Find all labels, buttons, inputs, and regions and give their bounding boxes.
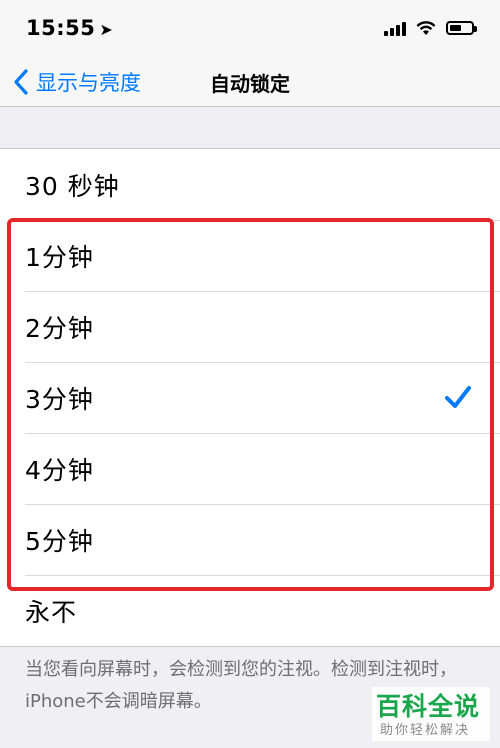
option-row-never[interactable]: 永不 bbox=[0, 575, 500, 646]
watermark-title: 百科全说 bbox=[376, 692, 481, 721]
option-row-5-minutes[interactable]: 5分钟 bbox=[0, 504, 500, 575]
watermark-subtitle: 助你轻松解决 bbox=[380, 723, 471, 738]
option-label: 30 秒钟 bbox=[25, 171, 120, 201]
option-label: 5分钟 bbox=[25, 526, 94, 556]
status-time-text: 15:55 bbox=[26, 16, 96, 40]
option-label: 永不 bbox=[25, 597, 78, 627]
status-time: 15:55 ➤ bbox=[26, 16, 113, 40]
option-row-4-minutes[interactable]: 4分钟 bbox=[0, 433, 500, 504]
option-label: 2分钟 bbox=[25, 313, 94, 343]
navigation-bar: 显示与亮度 自动锁定 bbox=[0, 58, 500, 107]
option-row-3-minutes[interactable]: 3分钟 bbox=[0, 362, 500, 433]
battery-level bbox=[450, 25, 461, 31]
auto-lock-options-list: 30 秒钟 1分钟 2分钟 3分钟 4分钟 5分钟 永不 bbox=[0, 148, 500, 647]
watermark: 百科全说 助你轻松解决 bbox=[372, 687, 490, 741]
option-label: 4分钟 bbox=[25, 455, 94, 485]
location-arrow-icon: ➤ bbox=[99, 20, 114, 39]
option-row-30-seconds[interactable]: 30 秒钟 bbox=[0, 149, 500, 220]
checkmark-icon bbox=[445, 386, 471, 408]
status-icons bbox=[384, 20, 477, 36]
cellular-signal-icon bbox=[384, 20, 406, 36]
option-label: 3分钟 bbox=[25, 384, 94, 414]
option-row-1-minute[interactable]: 1分钟 bbox=[0, 220, 500, 291]
page-title: 自动锁定 bbox=[210, 72, 290, 96]
battery-icon bbox=[446, 21, 477, 35]
wifi-icon bbox=[416, 20, 436, 35]
option-row-2-minutes[interactable]: 2分钟 bbox=[0, 291, 500, 362]
option-label: 1分钟 bbox=[25, 242, 94, 272]
status-bar: 15:55 ➤ bbox=[0, 0, 500, 58]
